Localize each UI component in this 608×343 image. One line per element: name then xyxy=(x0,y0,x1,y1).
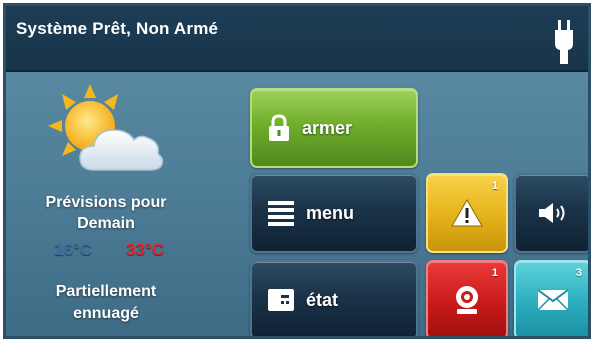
envelope-icon xyxy=(516,289,588,311)
status-button[interactable]: état xyxy=(250,260,418,336)
status-bar: Système Prêt, Non Armé xyxy=(6,6,588,72)
messages-button[interactable]: 3 xyxy=(514,260,588,336)
lock-icon xyxy=(268,114,290,142)
volume-button[interactable] xyxy=(514,173,588,253)
alarm-button[interactable]: 1 xyxy=(426,260,508,336)
condition-line1: Partiellement xyxy=(55,283,157,300)
partly-cloudy-icon xyxy=(48,84,164,171)
security-panel-screen: Système Prêt, Non Armé Prévisions pour D… xyxy=(3,3,591,339)
alarm-badge: 1 xyxy=(491,267,498,279)
panel-icon xyxy=(268,289,294,311)
forecast-label: Prévisions pour Demain xyxy=(26,192,186,234)
system-status-text: Système Prêt, Non Armé xyxy=(16,19,219,38)
menu-list-icon xyxy=(268,200,294,226)
status-label: état xyxy=(306,289,339,310)
temp-high: 33°C xyxy=(126,240,164,259)
alerts-badge: 1 xyxy=(491,180,498,192)
forecast-line2: Demain xyxy=(77,215,135,232)
warning-icon xyxy=(428,199,506,227)
weather-condition: Partiellement ennuagé xyxy=(26,281,186,325)
speaker-icon xyxy=(516,201,588,225)
messages-badge: 3 xyxy=(575,267,582,279)
condition-line2: ennuagé xyxy=(73,305,139,322)
alerts-button[interactable]: 1 xyxy=(426,173,508,253)
plug-icon xyxy=(555,20,573,64)
arm-label: armer xyxy=(302,117,353,138)
menu-button[interactable]: menu xyxy=(250,173,418,253)
siren-icon xyxy=(428,284,506,316)
forecast-line1: Prévisions pour xyxy=(45,194,167,211)
arm-button[interactable]: armer xyxy=(250,88,418,168)
temp-low: 16°C xyxy=(54,240,92,259)
menu-label: menu xyxy=(306,202,355,223)
